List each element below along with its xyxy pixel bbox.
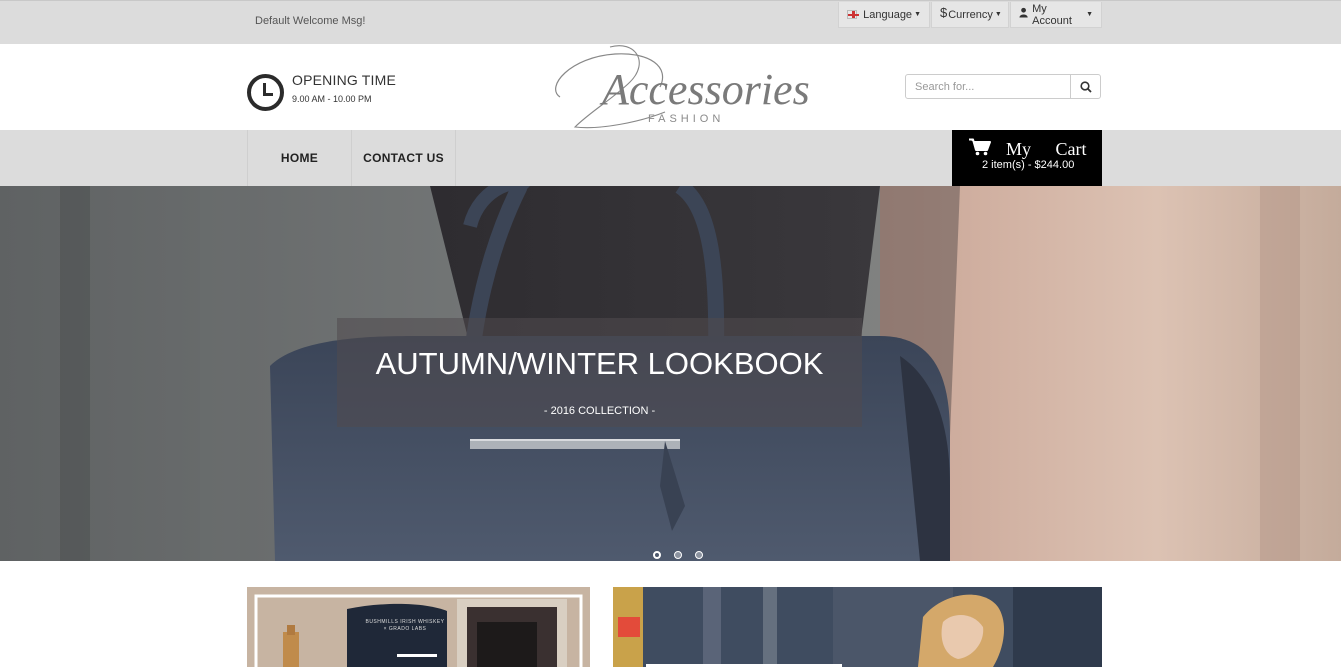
account-label: My Account (1032, 2, 1072, 27)
shopping-cart-icon (969, 138, 991, 156)
site-logo[interactable]: Accessories FASHION (540, 42, 810, 132)
language-dropdown[interactable]: Language ▼ (838, 2, 930, 28)
currency-dropdown[interactable]: $ Currency ▼ (931, 2, 1009, 28)
mini-cart[interactable]: My Cart 2 item(s) - $244.00 (952, 130, 1102, 186)
promo-banner-left[interactable]: BUSHMILLS IRISH WHISKEY × GRADO LABS (247, 587, 590, 667)
clock-icon (247, 74, 284, 111)
language-label: Language (863, 8, 913, 21)
hero-slider[interactable]: AUTUMN/WINTER LOOKBOOK - 2016 COLLECTION… (0, 186, 1341, 561)
search-input[interactable] (905, 74, 1071, 99)
opening-time-title: OPENING TIME (292, 72, 397, 88)
slider-dot-2[interactable] (674, 551, 682, 559)
search-button[interactable] (1070, 74, 1101, 99)
hero-caption: AUTUMN/WINTER LOOKBOOK - 2016 COLLECTION… (337, 318, 862, 427)
promo-banner-right[interactable] (613, 587, 1102, 667)
my-account-dropdown[interactable]: My Account ▼ (1010, 2, 1102, 28)
main-nav: HOME CONTACT US (0, 130, 1341, 186)
caret-down-icon: ▼ (994, 11, 1002, 18)
slider-pagination (653, 551, 703, 559)
opening-hours: 9.00 AM - 10.00 PM (292, 94, 372, 104)
nav-item-home[interactable]: HOME (247, 130, 352, 186)
hero-subtitle: - 2016 COLLECTION - (543, 405, 656, 417)
welcome-message: Default Welcome Msg! (255, 15, 366, 27)
cart-title: My Cart (1006, 139, 1087, 159)
cart-summary: 2 item(s) - $244.00 (982, 159, 1075, 171)
pouch-label: BUSHMILLS IRISH WHISKEY × GRADO LABS (365, 619, 445, 632)
site-header: OPENING TIME 9.00 AM - 10.00 PM Accessor… (0, 44, 1341, 130)
user-icon (1019, 7, 1028, 18)
caret-down-icon: ▼ (1086, 11, 1093, 18)
promo-image-model (613, 587, 1102, 667)
svg-text:FASHION: FASHION (648, 113, 724, 125)
uk-flag-icon (847, 10, 860, 19)
nav-item-contact-us[interactable]: CONTACT US (351, 130, 456, 186)
slider-dot-3[interactable] (695, 551, 703, 559)
svg-text:Accessories: Accessories (599, 65, 810, 114)
search-icon (1079, 80, 1092, 93)
slider-dot-1[interactable] (653, 551, 661, 559)
currency-label: Currency (948, 8, 993, 21)
caret-down-icon: ▼ (914, 11, 921, 18)
top-bar: Default Welcome Msg! Language ▼ $ Curren… (0, 0, 1341, 44)
hero-title: AUTUMN/WINTER LOOKBOOK (375, 346, 824, 381)
dollar-icon: $ (940, 5, 948, 20)
